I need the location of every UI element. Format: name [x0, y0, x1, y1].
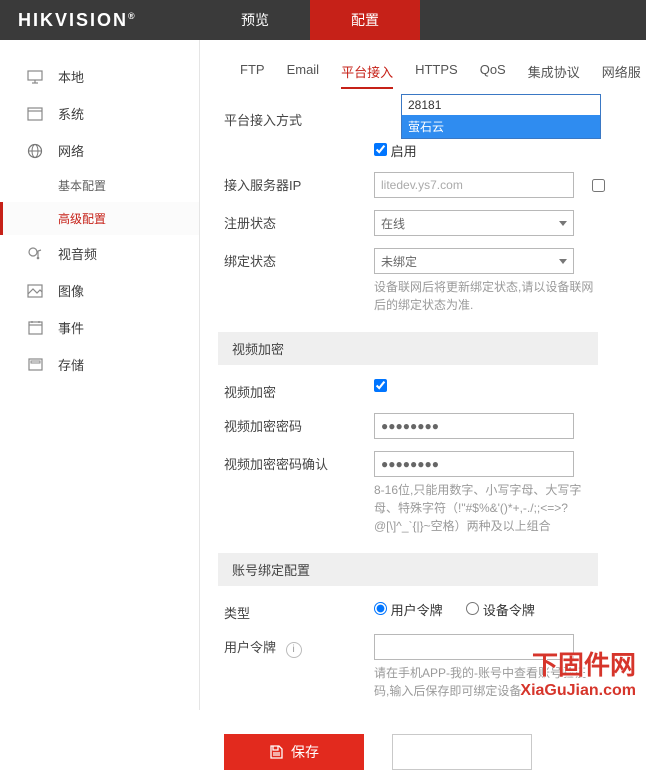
bind-help-text: 设备联网后将更新绑定状态,请以设备联网后的绑定状态为准. [374, 274, 594, 314]
topnav-config[interactable]: 配置 [310, 0, 420, 40]
sidebar: 本地 系统 网络 基本配置 高级配置 视音频 图像 事件 存储 [0, 40, 200, 710]
calendar-icon [26, 319, 44, 337]
sidebar-label-system: 系统 [58, 104, 84, 123]
tab-proto[interactable]: 集成协议 [528, 62, 580, 89]
encrypt-pwd2-input[interactable]: ●●●●●●●● [374, 451, 574, 477]
enable-checkbox[interactable] [374, 143, 387, 156]
tab-qos[interactable]: QoS [480, 62, 506, 89]
token-help-text: 请在手机APP-我的-账号中查看账号验证码,输入后保存即可绑定设备 [374, 660, 594, 700]
label-encrypt: 视频加密 [224, 379, 374, 401]
sidebar-label-av: 视音频 [58, 244, 97, 263]
radio-device-token[interactable] [466, 602, 479, 615]
save-button-label: 保存 [291, 742, 319, 762]
av-icon [26, 245, 44, 263]
label-encrypt-pwd2: 视频加密密码确认 [224, 451, 374, 473]
encrypt-pwd-input[interactable]: ●●●●●●●● [374, 413, 574, 439]
save-button[interactable]: 保存 [224, 734, 364, 770]
section-encrypt-header: 视频加密 [218, 332, 598, 365]
label-bind-status: 绑定状态 [224, 248, 374, 270]
label-reg-status: 注册状态 [224, 210, 374, 232]
chevron-down-icon [559, 259, 567, 264]
pwd-help-text: 8-16位,只能用数字、小写字母、大写字母、特殊字符（!"#$%&'()*+,-… [374, 477, 594, 535]
info-icon[interactable]: i [286, 642, 302, 658]
radio-user-token-wrap[interactable]: 用户令牌 [374, 603, 446, 618]
tabs-row: FTP Email 平台接入 HTTPS QoS 集成协议 网络服 [218, 40, 646, 97]
label-access-mode: 平台接入方式 [224, 107, 374, 129]
reg-status-value: 在线 [381, 215, 405, 232]
image-icon [26, 282, 44, 300]
topnav-preview[interactable]: 预览 [200, 0, 310, 40]
sidebar-label-network: 网络 [58, 141, 84, 160]
server-ip-input[interactable] [374, 172, 574, 198]
dropdown-option-28181[interactable]: 28181 [402, 95, 600, 115]
label-encrypt-pwd: 视频加密密码 [224, 413, 374, 435]
dropdown-option-ezviz[interactable]: 萤石云 [402, 115, 600, 138]
sidebar-item-storage[interactable]: 存储 [0, 346, 199, 383]
sidebar-item-event[interactable]: 事件 [0, 309, 199, 346]
save-icon [269, 745, 283, 759]
sidebar-item-local[interactable]: 本地 [0, 58, 199, 95]
tab-https[interactable]: HTTPS [415, 62, 458, 89]
window-icon [26, 105, 44, 123]
user-token-input[interactable] [374, 634, 574, 660]
tab-ftp[interactable]: FTP [240, 62, 265, 89]
tab-netsvc[interactable]: 网络服 [602, 62, 641, 89]
label-type: 类型 [224, 600, 374, 622]
sidebar-sub-advanced[interactable]: 高级配置 [0, 202, 199, 235]
radio-device-token-wrap[interactable]: 设备令牌 [466, 603, 535, 618]
sidebar-item-network[interactable]: 网络 [0, 132, 199, 169]
label-server-ip: 接入服务器IP [224, 172, 374, 194]
label-enable: 启用 [391, 144, 417, 159]
tab-email[interactable]: Email [287, 62, 320, 89]
section-bind-header: 账号绑定配置 [218, 553, 598, 586]
bind-status-value: 未绑定 [381, 253, 417, 270]
encrypt-checkbox[interactable] [374, 379, 387, 392]
label-user-token: 用户令牌 i [224, 634, 374, 658]
reg-status-select[interactable]: 在线 [374, 210, 574, 236]
brand-logo: HIKVISION® [0, 10, 200, 31]
radio-user-token[interactable] [374, 602, 387, 615]
sidebar-label-event: 事件 [58, 318, 84, 337]
sidebar-label-image: 图像 [58, 281, 84, 300]
sidebar-label-storage: 存储 [58, 355, 84, 374]
sidebar-sub-basic[interactable]: 基本配置 [0, 169, 199, 202]
bind-status-select[interactable]: 未绑定 [374, 248, 574, 274]
enable-checkbox-wrap[interactable]: 启用 [374, 144, 417, 159]
chevron-down-icon [559, 221, 567, 226]
server-ip-extra-checkbox[interactable] [592, 179, 605, 192]
storage-icon [26, 356, 44, 374]
tab-platform[interactable]: 平台接入 [341, 62, 393, 89]
radio-device-token-label: 设备令牌 [483, 603, 535, 618]
radio-user-token-label: 用户令牌 [391, 603, 443, 618]
sidebar-item-av[interactable]: 视音频 [0, 235, 199, 272]
sidebar-label-local: 本地 [58, 67, 84, 86]
monitor-icon [26, 68, 44, 86]
secondary-button[interactable] [392, 734, 532, 770]
access-mode-dropdown[interactable]: 28181 萤石云 [401, 94, 601, 139]
sidebar-item-system[interactable]: 系统 [0, 95, 199, 132]
globe-icon [26, 142, 44, 160]
sidebar-item-image[interactable]: 图像 [0, 272, 199, 309]
